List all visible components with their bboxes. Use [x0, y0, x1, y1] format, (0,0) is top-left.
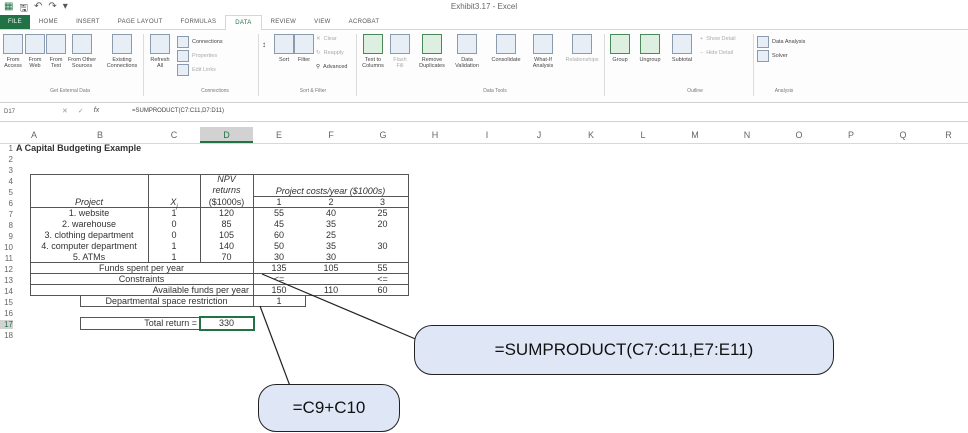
filter-button[interactable]: Filter [294, 34, 314, 63]
group-button[interactable]: Group [608, 34, 632, 63]
reapply-button[interactable]: ↻ Reapply [316, 50, 344, 56]
relationships-icon [572, 34, 592, 54]
solver-button[interactable]: Solver [757, 50, 788, 62]
tab-page-layout[interactable]: PAGE LAYOUT [109, 15, 172, 29]
group-separator [356, 34, 357, 96]
cancel-icon[interactable]: ✕ [62, 107, 68, 115]
title-bar: ▦ 🖫 ↶ ↷ ▾ Exhibit3.17 - Excel [0, 0, 968, 15]
show-detail-icon: + [700, 36, 704, 42]
callout-connectors [259, 273, 433, 387]
existing-connections-button[interactable]: Existing Connections [104, 34, 140, 69]
what-if-icon [533, 34, 553, 54]
consolidate-button[interactable]: Consolidate [488, 34, 524, 63]
group-label-connections: Connections [201, 88, 229, 94]
advanced-filter-icon: ⚲ [316, 64, 321, 70]
text-to-columns-icon [363, 34, 383, 54]
group-label-analysis: Analysis [774, 88, 794, 94]
remove-duplicates-icon [422, 34, 442, 54]
from-web-button[interactable]: From Web [25, 34, 45, 69]
relationships-button[interactable]: Relationships [564, 34, 600, 63]
tab-view[interactable]: VIEW [305, 15, 340, 29]
subtotal-button[interactable]: Subtotal [668, 34, 696, 63]
properties-button[interactable]: Properties [177, 50, 217, 62]
group-icon [610, 34, 630, 54]
text-to-columns-button[interactable]: Text to Columns [360, 34, 386, 69]
tab-formulas[interactable]: FORMULAS [172, 15, 226, 29]
sort-icon [274, 34, 294, 54]
text-file-icon [46, 34, 66, 54]
formula-bar-icons: ✕ ✓ fx [62, 107, 99, 115]
from-other-sources-button[interactable]: From Other Sources [67, 34, 97, 69]
data-validation-button[interactable]: Data Validation [452, 34, 482, 69]
c9-c10-callout: =C9+C10 [258, 384, 400, 432]
group-label-data-tools: Data Tools [483, 88, 507, 94]
refresh-icon [150, 34, 170, 54]
enter-icon[interactable]: ✓ [78, 107, 84, 115]
group-separator [753, 34, 754, 96]
window-title: Exhibit3.17 - Excel [450, 2, 518, 11]
sort-az-button[interactable]: ↕ [262, 40, 266, 49]
clear-filter-button[interactable]: ✕ Clear [316, 36, 337, 42]
other-sources-icon [72, 34, 92, 54]
tab-home[interactable]: HOME [30, 15, 67, 29]
ungroup-button[interactable]: Ungroup [636, 34, 664, 63]
advanced-filter-button[interactable]: ⚲ Advanced [316, 64, 348, 70]
connections-small-icon [177, 36, 189, 48]
insert-function-icon[interactable]: fx [94, 107, 99, 115]
tab-acrobat[interactable]: ACROBAT [340, 15, 389, 29]
hide-detail-icon: − [700, 50, 704, 56]
subtotal-icon [672, 34, 692, 54]
tab-data[interactable]: DATA [225, 14, 262, 30]
connections-icon [112, 34, 132, 54]
group-separator [143, 34, 144, 96]
from-access-button[interactable]: From Access [2, 34, 24, 69]
consolidate-icon [496, 34, 516, 54]
tab-review[interactable]: REVIEW [262, 15, 305, 29]
web-icon [25, 34, 45, 54]
clear-filter-icon: ✕ [316, 36, 321, 42]
worksheet-grid[interactable]: A B C D E F G H I J K L M N O P Q R 1 2 … [0, 127, 968, 433]
name-box[interactable]: D17 [4, 107, 44, 117]
sort-az-icon: ↕ [262, 40, 266, 49]
tab-insert[interactable]: INSERT [67, 15, 109, 29]
formula-bar: D17 ✕ ✓ fx =SUMPRODUCT(C7:C11,D7:D11) [0, 103, 968, 122]
remove-duplicates-button[interactable]: Remove Duplicates [416, 34, 448, 69]
ribbon-tabs: FILE HOME INSERT PAGE LAYOUT FORMULAS DA… [0, 14, 968, 30]
group-label-outline: Outline [687, 88, 703, 94]
formula-input[interactable]: =SUMPRODUCT(C7:C11,D7:D11) [132, 108, 224, 114]
group-label-sort-filter: Sort & Filter [299, 88, 327, 94]
sumproduct-callout: =SUMPRODUCT(C7:C11,E7:E11) [414, 325, 834, 375]
group-separator [258, 34, 259, 96]
refresh-all-button[interactable]: Refresh All [147, 34, 173, 69]
data-analysis-button[interactable]: Data Analysis [757, 36, 805, 48]
hide-detail-button[interactable]: − Hide Detail [700, 50, 733, 56]
ungroup-icon [640, 34, 660, 54]
show-detail-button[interactable]: + Show Detail [700, 36, 736, 42]
funnel-icon [294, 34, 314, 54]
what-if-analysis-button[interactable]: What-If Analysis [526, 34, 560, 69]
group-separator [604, 34, 605, 96]
properties-icon [177, 50, 189, 62]
data-analysis-icon [757, 36, 769, 48]
group-label-get-external-data: Get External Data [50, 88, 90, 94]
edit-links-icon [177, 64, 189, 76]
tab-file[interactable]: FILE [0, 15, 30, 29]
edit-links-button[interactable]: Edit Links [177, 64, 216, 76]
flash-fill-button[interactable]: Flash Fill [390, 34, 410, 69]
sort-button[interactable]: Sort [274, 34, 294, 63]
solver-icon [757, 50, 769, 62]
flash-fill-icon [390, 34, 410, 54]
connections-button[interactable]: Connections [177, 36, 223, 48]
from-text-button[interactable]: From Text [46, 34, 66, 69]
access-icon [3, 34, 23, 54]
reapply-icon: ↻ [316, 50, 321, 56]
data-validation-icon [457, 34, 477, 54]
ribbon-data: From Access From Web From Text From Othe… [0, 30, 968, 103]
